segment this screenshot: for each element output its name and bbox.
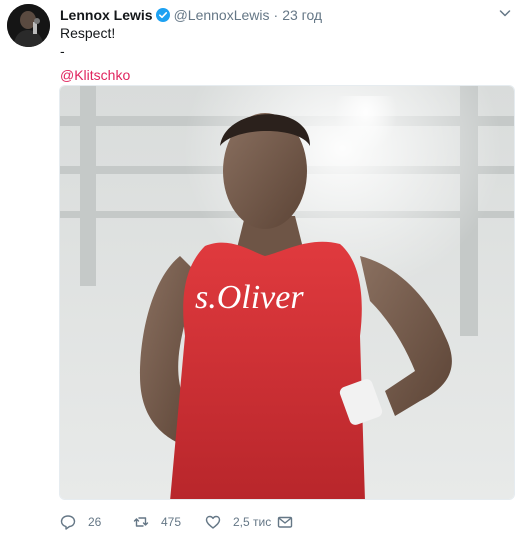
mention-link[interactable]: @Klitschko: [60, 66, 130, 84]
like-count: 2,5 тис: [233, 515, 272, 529]
author-name[interactable]: Lennox Lewis: [60, 7, 153, 23]
separator-dot: ·: [273, 7, 279, 23]
tweet-text-line: -: [60, 43, 65, 59]
tweet-card[interactable]: Lennox Lewis @LennoxLewis · 23 год Respe…: [0, 0, 522, 535]
tweet-timestamp[interactable]: 23 год: [282, 7, 322, 23]
retweet-button[interactable]: 475: [133, 514, 205, 530]
reply-button[interactable]: 26: [60, 514, 133, 530]
chevron-down-icon[interactable]: [498, 6, 512, 20]
like-button[interactable]: 2,5 тис: [205, 514, 277, 530]
tweet-header: Lennox Lewis @LennoxLewis · 23 год: [60, 6, 322, 24]
avatar[interactable]: [7, 4, 50, 47]
tweet-text-line: Respect!: [60, 25, 116, 41]
shirt-logo-text: s.Oliver: [195, 279, 304, 316]
tweet-photo[interactable]: s.Oliver: [59, 85, 515, 500]
heart-icon: [205, 514, 221, 530]
direct-message-button[interactable]: [277, 514, 293, 530]
retweet-icon: [133, 514, 149, 530]
author-handle[interactable]: @LennoxLewis: [174, 7, 270, 23]
reply-count: 26: [88, 515, 102, 529]
tweet-text: Respect! - @Klitschko: [60, 24, 130, 84]
reply-icon: [60, 514, 76, 530]
envelope-icon: [277, 514, 293, 530]
retweet-count: 475: [161, 515, 182, 529]
tweet-actions: 26 475 2,5 тис: [60, 512, 293, 532]
verified-badge-icon: [155, 8, 170, 22]
